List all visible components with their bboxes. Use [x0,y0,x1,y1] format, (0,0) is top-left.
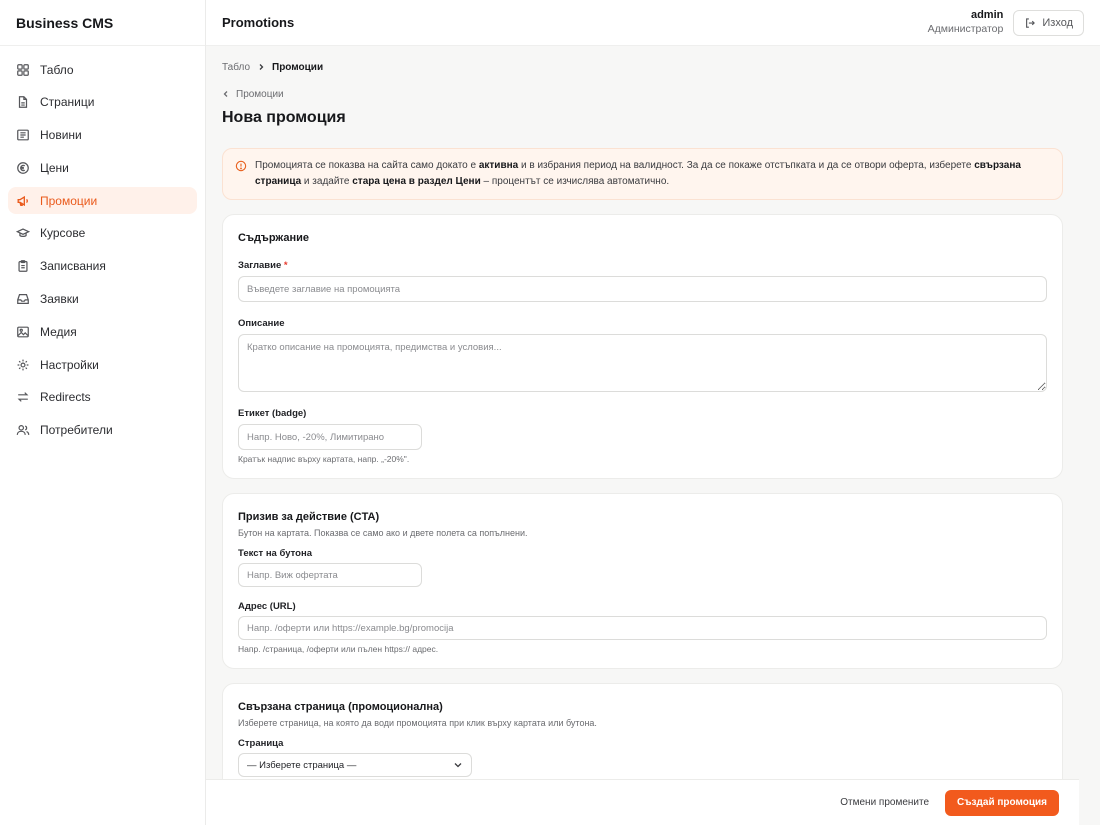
alert-text: Промоцията се показва на сайта само дока… [255,158,1050,190]
inbox-icon [17,294,29,305]
sidebar-item-promotions[interactable]: Промоции [8,187,197,215]
sidebar-item-label: Медия [40,324,77,339]
logout-button[interactable]: Изход [1013,9,1084,36]
back-link-label: Промоции [236,88,284,100]
sidebar-item-label: Redirects [40,390,91,405]
breadcrumb: Табло Промоции [222,60,1063,74]
page-content: Табло Промоции Промоции Нова промоция Пр… [206,46,1100,792]
info-circle-icon [235,160,247,172]
alert-text-part: и в избрания период на валидност. За да … [518,160,975,171]
sidebar-item-label: Цени [40,160,69,175]
sidebar-item-pages[interactable]: Страници [8,89,197,116]
gear-icon [17,359,29,371]
required-mark: * [283,260,288,271]
sidebar-item-settings[interactable]: Настройки [8,351,197,378]
sidebar-item-enrollments[interactable]: Записвания [8,253,197,280]
sidebar-item-label: Табло [40,62,74,77]
sidebar-item-label: Курсове [40,226,86,241]
title-label-text: Заглавие [238,260,282,271]
image-icon [17,326,29,338]
grid-icon [17,63,29,76]
sidebar-item-news[interactable]: Новини [8,122,197,149]
sidebar-item-prices[interactable]: Цени [8,154,197,181]
chevron-left-icon [223,91,228,97]
euro-icon [17,162,29,174]
alert-text-part: – процентът се изчислява автоматично. [480,176,670,187]
sidebar-item-label: Страници [40,95,95,110]
page-select[interactable]: — Изберете страница — [238,753,472,777]
user-block: admin Администратор Изход [928,9,1084,36]
description-label: Описание [238,318,285,329]
sidebar-item-label: Новини [40,128,82,143]
form-footer: Отмени промените Създай промоция [206,779,1079,825]
file-icon [18,96,28,109]
page-select-value: — Изберете страница — [247,759,357,771]
page-label: Страница [238,738,284,749]
description-textarea[interactable] [238,334,1047,392]
linked-page-card-description: Изберете страница, на която да води пром… [238,718,597,728]
create-promotion-button[interactable]: Създай промоция [945,789,1059,816]
cta-card-title: Призив за действие (CTA) [238,511,380,523]
megaphone-icon [17,195,28,206]
linked-page-card: Свързана страница (промоционална) Избере… [222,683,1063,792]
sidebar-nav: Табло Страници Новини Цени Промоции Курс… [0,46,205,460]
brand-logo[interactable]: Business CMS [0,0,205,46]
button-text-label: Текст на бутона [238,548,312,559]
cta-card: Призив за действие (CTA) Бутон на картат… [222,493,1063,669]
linked-page-card-title: Свързана страница (промоционална) [238,701,443,713]
alert-text-part: и задайте [301,176,353,187]
users-icon [16,425,30,436]
sidebar: Business CMS Табло Страници Новини Цени … [0,0,206,825]
button-text-input[interactable] [238,563,422,587]
cta-card-description: Бутон на картата. Показва се само ако и … [238,528,528,538]
sidebar-item-label: Промоции [40,193,98,208]
sidebar-item-dashboard[interactable]: Табло [8,56,197,83]
badge-hint: Кратък надпис върху картата, напр. „-20%… [238,454,410,464]
user-role: Администратор [927,22,1004,35]
title-label: Заглавие * [238,260,1047,271]
user-info: admin Администратор [928,9,1004,36]
sidebar-item-media[interactable]: Медия [8,318,197,345]
sidebar-item-label: Настройки [40,357,99,372]
content-card: Съдържание Заглавие * Описание Етикет (b… [222,214,1063,479]
breadcrumb-current: Промоции [272,61,324,73]
newspaper-icon [17,129,29,141]
info-alert: Промоцията се показва на сайта само дока… [222,148,1063,200]
chevron-down-icon [454,763,462,768]
discard-changes-button[interactable]: Отмени промените [838,797,931,808]
badge-label: Етикет (badge) [238,408,307,419]
topbar: Promotions admin Администратор Изход [206,0,1100,46]
chevron-right-icon [259,64,264,70]
sidebar-item-label: Записвания [40,259,106,274]
logout-label: Изход [1042,16,1073,29]
breadcrumb-root[interactable]: Табло [222,62,250,73]
logout-icon [1026,17,1036,28]
main-area: Promotions admin Администратор Изход Таб… [206,0,1100,825]
content-card-title: Съдържание [238,232,309,244]
sidebar-item-label: Заявки [40,292,79,307]
sidebar-item-courses[interactable]: Курсове [8,220,197,247]
url-label: Адрес (URL) [238,601,296,612]
sidebar-item-users[interactable]: Потребители [8,417,197,444]
sidebar-item-label: Потребители [40,423,113,438]
alert-bold-active: активна [478,160,519,171]
alert-text-part: Промоцията се показва на сайта само дока… [255,160,479,171]
clipboard-icon [18,260,28,273]
badge-input[interactable] [238,424,422,450]
user-name: admin [970,9,1004,22]
sidebar-item-requests[interactable]: Заявки [8,286,197,313]
page-title: Нова промоция [222,109,346,126]
back-link[interactable]: Промоции [222,87,1063,101]
graduation-cap-icon [16,228,30,238]
swap-icon [17,392,29,403]
alert-bold-old-price: стара цена в раздел Цени [352,176,481,187]
url-hint: Напр. /страница, /оферти или пълен https… [238,644,439,654]
sidebar-item-redirects[interactable]: Redirects [8,384,197,411]
title-input[interactable] [238,276,1047,302]
topbar-title: Promotions [222,15,295,30]
url-input[interactable] [238,616,1047,640]
